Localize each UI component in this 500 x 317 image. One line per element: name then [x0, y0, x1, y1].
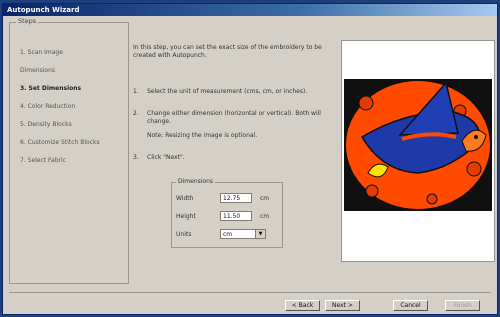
instruction-1: 1. Select the unit of measurement (cms, c…	[133, 88, 333, 96]
instruction-2: 2. Change either dimension (horizontal or…	[133, 110, 333, 126]
step-select-fabric: 7. Select Fabric	[20, 157, 66, 164]
units-label: Units	[176, 231, 192, 238]
height-label: Height	[176, 213, 196, 220]
embroidery-preview-image	[344, 79, 492, 211]
steps-panel: Steps 1. Scan Image Dimensions 3. Set Di…	[9, 17, 129, 284]
instruction-text: Change either dimension (horizontal or v…	[147, 110, 321, 125]
instruction-text: Click "Next".	[147, 154, 185, 161]
step-color-reduction: 4. Color Reduction	[20, 103, 76, 110]
next-button[interactable]: Next >	[325, 300, 360, 311]
width-label: Width	[176, 195, 194, 202]
dimensions-legend: Dimensions	[176, 178, 216, 185]
image-preview	[341, 40, 495, 262]
instruction-note: Note: Resizing the image is optional.	[133, 132, 333, 140]
step-set-dimensions: 3. Set Dimensions	[20, 85, 82, 92]
width-unit: cm	[260, 195, 270, 202]
step-content: In this step, you can set the exact size…	[133, 34, 333, 284]
decor-circle	[358, 95, 374, 111]
wizard-window: Autopunch Wizard Steps 1. Scan Image Dim…	[2, 3, 498, 315]
cancel-button[interactable]: Cancel	[393, 300, 428, 311]
instruction-number: 3.	[133, 154, 139, 161]
window-title: Autopunch Wizard	[3, 4, 497, 16]
width-input[interactable]: 12.75	[220, 193, 252, 203]
intro-text: In this step, you can set the exact size…	[133, 44, 322, 59]
footer-divider	[9, 292, 491, 293]
instruction-text: Select the unit of measurement (cms, cm,…	[147, 88, 308, 95]
decor-circle	[365, 184, 379, 198]
height-input[interactable]: 11.50	[220, 211, 252, 221]
finish-button[interactable]: Finish	[445, 300, 480, 311]
units-select-value: cm	[223, 231, 233, 238]
instruction-3: 3. Click "Next".	[133, 154, 333, 162]
step-density-blocks: 5. Density Blocks	[20, 121, 72, 128]
height-unit: cm	[260, 213, 270, 220]
dimensions-group: Dimensions Width 12.75 cm Height 11.50 c…	[171, 178, 283, 248]
instruction-number: 1.	[133, 88, 139, 95]
units-select[interactable]: cm ▼	[220, 229, 266, 239]
step-customize-stitch-blocks: 6. Customize Stitch Blocks	[20, 139, 100, 146]
step-dimensions: Dimensions	[20, 67, 56, 74]
creature-eye	[474, 135, 478, 139]
steps-legend: Steps	[16, 17, 39, 25]
decor-circle	[466, 161, 482, 177]
decor-circle	[426, 193, 438, 205]
chevron-down-icon[interactable]: ▼	[255, 230, 265, 238]
instruction-text: Note: Resizing the image is optional.	[147, 132, 258, 139]
wizard-buttons: < Back Next > Cancel Finish	[285, 300, 499, 312]
back-button[interactable]: < Back	[285, 300, 320, 311]
instruction-number: 2.	[133, 110, 139, 117]
step-scan-image: 1. Scan Image	[20, 49, 63, 56]
